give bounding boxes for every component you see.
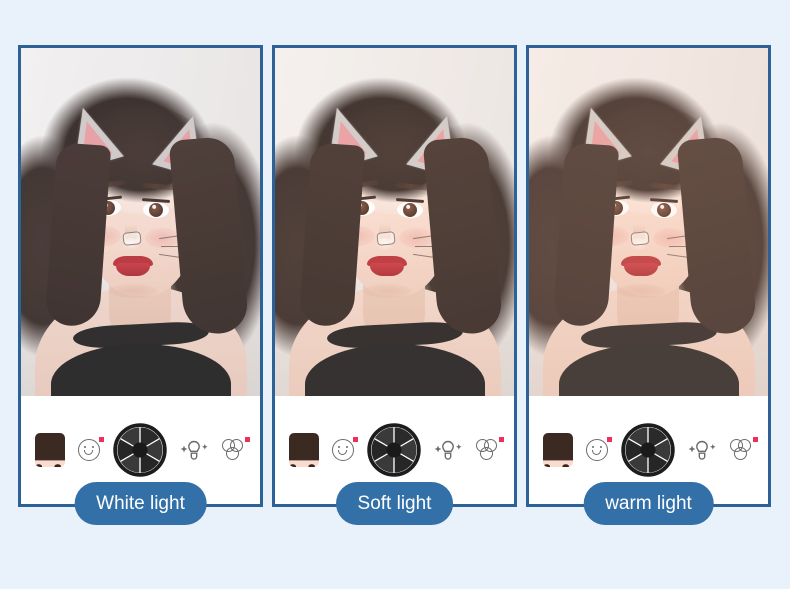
smiley-icon <box>331 439 354 461</box>
ar-nose-sticker-icon <box>630 231 650 246</box>
color-filters-icon <box>222 439 246 461</box>
beauty-wand-icon <box>180 440 208 460</box>
gallery-thumbnail-icon <box>543 433 573 467</box>
chin-shadow <box>363 284 411 298</box>
chin-shadow <box>617 284 665 298</box>
shutter-button[interactable] <box>366 423 421 477</box>
selfie-photo <box>529 48 768 396</box>
panel-warm-light: warm light <box>526 45 771 525</box>
smiley-icon <box>77 439 100 461</box>
ar-nose-sticker-icon <box>376 231 396 246</box>
shutter-button[interactable] <box>620 423 675 477</box>
chin-shadow <box>109 284 157 298</box>
gallery-thumbnail-icon <box>35 433 65 467</box>
gallery-thumbnail-icon <box>289 433 319 467</box>
label-soft-light: Soft light <box>335 482 454 525</box>
selfie-photo <box>21 48 260 396</box>
filters-button[interactable] <box>730 437 758 461</box>
effects-button[interactable] <box>331 437 358 461</box>
camera-preview <box>21 48 260 396</box>
filters-button[interactable] <box>476 437 504 461</box>
notification-badge <box>499 437 504 442</box>
camera-preview <box>529 48 768 396</box>
notification-badge <box>245 437 250 442</box>
smiley-icon <box>585 439 608 461</box>
selfie-photo <box>275 48 514 396</box>
aperture-shutter-icon <box>366 423 421 477</box>
color-filters-icon <box>730 439 754 461</box>
aperture-shutter-icon <box>112 423 167 477</box>
ar-nose-sticker-icon <box>122 231 142 246</box>
effects-button[interactable] <box>77 437 104 461</box>
aperture-shutter-icon <box>620 423 675 477</box>
label-white-light: White light <box>74 482 207 525</box>
panel-white-light: White light <box>18 45 263 525</box>
effects-button[interactable] <box>585 437 612 461</box>
panel-soft-light: Soft light <box>272 45 517 525</box>
beauty-button[interactable] <box>179 437 209 463</box>
lips <box>113 256 153 276</box>
beauty-button[interactable] <box>687 437 717 463</box>
gallery-button[interactable] <box>543 433 573 467</box>
beauty-button[interactable] <box>433 437 463 463</box>
notification-badge <box>753 437 758 442</box>
lips <box>367 256 407 276</box>
filters-button[interactable] <box>222 437 250 461</box>
gallery-button[interactable] <box>289 433 319 467</box>
shutter-button[interactable] <box>112 423 167 477</box>
beauty-wand-icon <box>434 440 462 460</box>
label-warm-light: warm light <box>583 482 714 525</box>
lips <box>621 256 661 276</box>
color-filters-icon <box>476 439 500 461</box>
notification-badge <box>352 437 358 442</box>
camera-preview <box>275 48 514 396</box>
notification-badge <box>98 437 104 442</box>
beauty-wand-icon <box>688 440 716 460</box>
comparison-stage: White light Soft light warm light <box>0 0 790 589</box>
notification-badge <box>606 437 612 442</box>
gallery-button[interactable] <box>35 433 65 467</box>
